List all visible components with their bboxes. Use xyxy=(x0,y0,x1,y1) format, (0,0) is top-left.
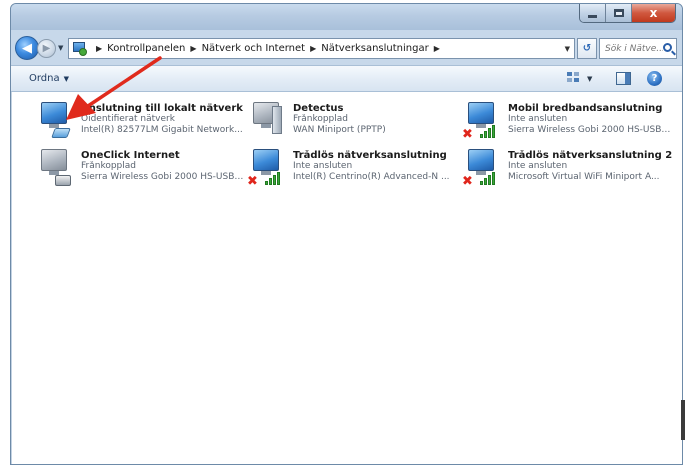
wireless-adapter-icon: ✖ xyxy=(462,147,506,191)
breadcrumb-network-internet[interactable]: Nätverk och Internet xyxy=(202,43,306,54)
breadcrumb-network-connections[interactable]: Nätverksanslutningar xyxy=(321,43,428,54)
connection-device: WAN Miniport (PPTP) xyxy=(293,125,386,135)
network-folder-icon xyxy=(73,41,88,56)
address-dropdown-icon[interactable]: ▼ xyxy=(565,45,570,53)
search-icon[interactable] xyxy=(663,43,672,52)
ethernet-adapter-icon xyxy=(35,100,79,144)
wireless-adapter-icon: ✖ xyxy=(247,147,291,191)
connection-item-wireless[interactable]: ✖ Trådlös nätverksanslutning Inte anslut… xyxy=(247,147,457,193)
connection-status: Inte ansluten xyxy=(508,161,568,171)
breadcrumb-control-panel[interactable]: Kontrollpanelen xyxy=(107,43,185,54)
minimize-icon xyxy=(588,14,597,18)
change-view-icon[interactable] xyxy=(567,72,583,86)
connection-name: Trådlös nätverksanslutning xyxy=(293,150,447,161)
search-input[interactable] xyxy=(605,43,663,54)
back-arrow-icon: ◀ xyxy=(22,40,32,56)
organize-button[interactable]: Ordna ▼ xyxy=(29,73,69,84)
breadcrumb-separator-icon[interactable]: ▶ xyxy=(190,44,196,53)
close-button[interactable]: x xyxy=(632,4,675,22)
address-bar[interactable]: ▶ Kontrollpanelen ▶ Nätverk och Internet… xyxy=(68,38,575,59)
forward-arrow-icon: ▶ xyxy=(42,43,51,54)
signal-bars-icon xyxy=(265,171,283,185)
view-options-dropdown-icon[interactable]: ▼ xyxy=(587,75,592,83)
organize-dropdown-icon: ▼ xyxy=(63,75,70,83)
dialup-modem-icon xyxy=(35,147,79,191)
disconnected-x-icon: ✖ xyxy=(247,174,258,189)
connection-name: OneClick Internet xyxy=(81,150,180,161)
signal-bars-icon xyxy=(480,124,498,138)
connection-status: Frånkopplad xyxy=(81,161,136,171)
connection-name: Anslutning till lokalt nätverk xyxy=(81,103,243,114)
connection-name: Mobil bredbandsanslutning xyxy=(508,103,663,114)
forward-button[interactable]: ▶ xyxy=(37,39,56,58)
window-edge-shadow xyxy=(681,400,685,440)
vpn-connection-icon xyxy=(247,100,291,144)
connection-item-lan[interactable]: Anslutning till lokalt nätverk Oidentifi… xyxy=(35,100,245,146)
connections-list: Anslutning till lokalt nätverk Oidentifi… xyxy=(11,92,682,464)
connection-device: Sierra Wireless Gobi 2000 HS-USB ... xyxy=(81,172,245,182)
connection-status: Inte ansluten xyxy=(508,114,568,124)
screenshot-frame: x ◀ ▶ ▼ ▶ Kontrollpanelen ▶ Nätverk och … xyxy=(0,0,688,471)
connection-status: Oidentifierat nätverk xyxy=(81,114,175,124)
breadcrumb-separator-icon[interactable]: ▶ xyxy=(96,44,102,53)
disconnected-x-icon: ✖ xyxy=(462,127,473,142)
maximize-button[interactable] xyxy=(606,4,632,22)
breadcrumb-separator-icon[interactable]: ▶ xyxy=(310,44,316,53)
title-bar[interactable]: x xyxy=(11,4,682,30)
back-button[interactable]: ◀ xyxy=(15,36,39,60)
minimize-button[interactable] xyxy=(580,4,606,22)
connection-item-mobile-broadband[interactable]: ✖ Mobil bredbandsanslutning Inte anslute… xyxy=(462,100,672,146)
connection-device: Intel(R) Centrino(R) Advanced-N ... xyxy=(293,172,450,182)
connection-item-detectus[interactable]: Detectus Frånkopplad WAN Miniport (PPTP) xyxy=(247,100,457,146)
explorer-window: x ◀ ▶ ▼ ▶ Kontrollpanelen ▶ Nätverk och … xyxy=(10,3,683,465)
connection-name: Detectus xyxy=(293,103,344,114)
maximize-icon xyxy=(613,9,624,17)
connection-name: Trådlös nätverksanslutning 2 xyxy=(508,150,672,161)
connection-item-oneclick[interactable]: OneClick Internet Frånkopplad Sierra Wir… xyxy=(35,147,245,193)
signal-bars-icon xyxy=(480,171,498,185)
mobile-broadband-icon: ✖ xyxy=(462,100,506,144)
caption-buttons: x xyxy=(579,4,676,23)
close-icon: x xyxy=(649,6,658,20)
recent-pages-dropdown[interactable]: ▼ xyxy=(58,44,63,52)
refresh-icon: ↺ xyxy=(582,43,592,54)
organize-label: Ordna xyxy=(29,73,60,84)
refresh-button[interactable]: ↺ xyxy=(577,38,597,59)
connection-device: Sierra Wireless Gobi 2000 HS-USB ... xyxy=(508,125,672,135)
disconnected-x-icon: ✖ xyxy=(462,174,473,189)
address-row: ◀ ▶ ▼ ▶ Kontrollpanelen ▶ Nätverk och In… xyxy=(11,34,682,62)
search-box[interactable] xyxy=(599,38,677,59)
command-bar: Ordna ▼ ▼ ? xyxy=(11,65,682,92)
breadcrumb-separator-icon[interactable]: ▶ xyxy=(434,44,440,53)
preview-pane-icon[interactable] xyxy=(616,72,631,85)
connection-device: Microsoft Virtual WiFi Miniport A... xyxy=(508,172,660,182)
connection-device: Intel(R) 82577LM Gigabit Network... xyxy=(81,125,243,135)
connection-status: Frånkopplad xyxy=(293,114,348,124)
connection-item-wireless-2[interactable]: ✖ Trådlös nätverksanslutning 2 Inte ansl… xyxy=(462,147,672,193)
help-icon[interactable]: ? xyxy=(647,71,662,86)
connection-status: Inte ansluten xyxy=(293,161,353,171)
